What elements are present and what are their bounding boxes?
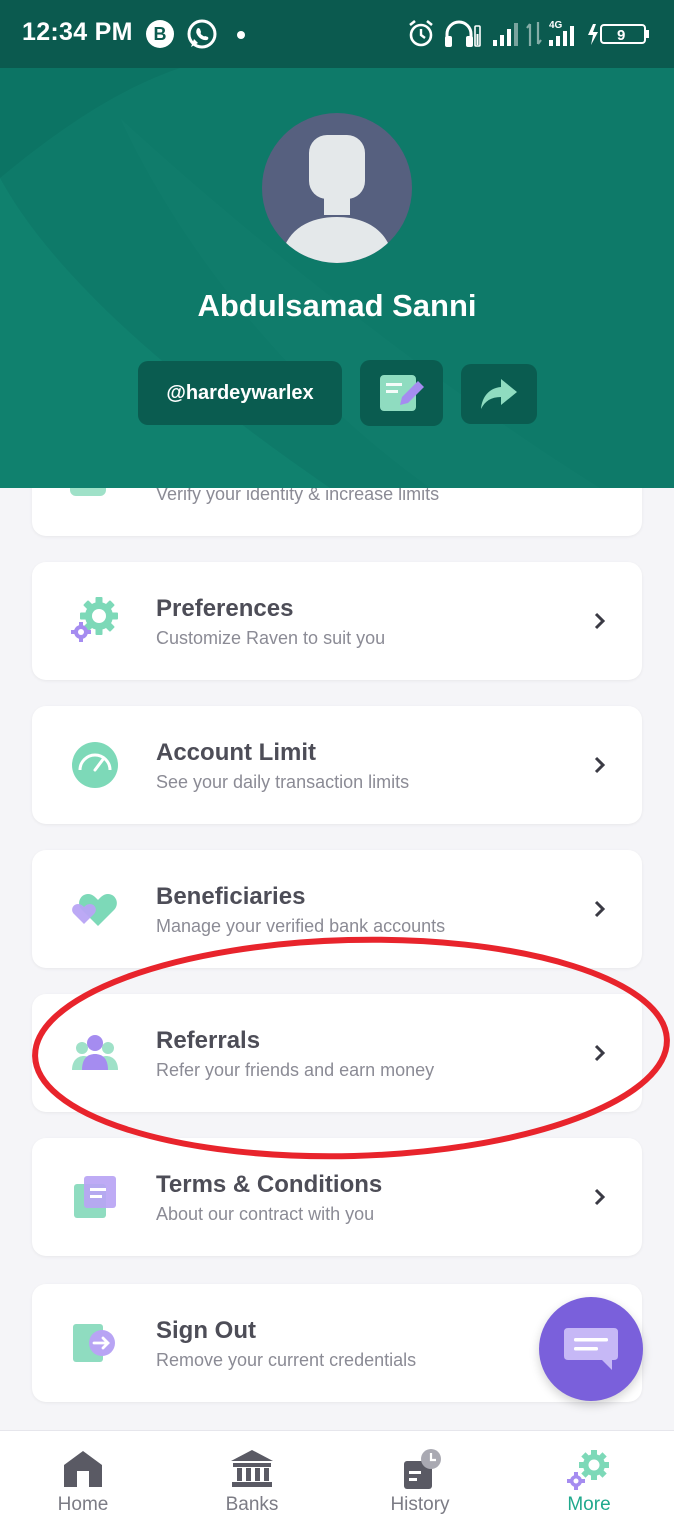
menu-item-subtitle: Manage your verified bank accounts [156, 916, 446, 936]
sign-out-icon [73, 1324, 115, 1362]
username-handle-button[interactable]: @hardeywarlex [138, 361, 342, 425]
menu-item-preferences[interactable]: Preferences Customize Raven to suit you [32, 562, 642, 680]
menu-item-subtitle: Refer your friends and earn money [156, 1060, 435, 1080]
signal-4g-icon: 4G [549, 20, 574, 46]
data-arrows-icon [526, 22, 542, 46]
share-profile-button[interactable] [461, 364, 537, 424]
svg-text:4G: 4G [549, 20, 563, 31]
nav-banks[interactable]: Banks [187, 1431, 317, 1537]
nav-history[interactable]: History [355, 1431, 485, 1537]
menu-item-title: Preferences [156, 595, 294, 622]
hearts-icon [72, 894, 117, 926]
signal-icon-1 [493, 23, 518, 46]
home-icon [64, 1451, 102, 1487]
bank-icon [231, 1450, 273, 1487]
menu-item-title: Account Limit [156, 739, 316, 766]
chevron-right-icon [594, 1188, 606, 1206]
chevron-right-icon [594, 1044, 606, 1062]
gear-icon [71, 597, 118, 642]
avatar[interactable] [262, 113, 412, 263]
profile-name: Abdulsamad Sanni [197, 288, 477, 323]
user-silhouette-icon [280, 135, 394, 263]
chat-support-button[interactable] [539, 1297, 643, 1401]
status-time: 12:34 PM [22, 18, 133, 46]
users-icon [72, 1035, 118, 1070]
b-app-icon: B [146, 20, 174, 48]
share-icon [481, 379, 517, 409]
chat-icon [564, 1328, 618, 1370]
menu-item-beneficiaries[interactable]: Beneficiaries Manage your verified bank … [32, 850, 642, 968]
profile-header: Abdulsamad Sanni @hardeywarlex [0, 68, 674, 488]
whatsapp-icon [186, 18, 218, 55]
menu-item-subtitle: Customize Raven to suit you [156, 628, 386, 648]
chevron-right-icon [594, 900, 606, 918]
document-icon [74, 1176, 116, 1218]
nav-label: More [567, 1494, 611, 1515]
menu-item-terms-conditions[interactable]: Terms & Conditions About our contract wi… [32, 1138, 642, 1256]
menu-item-subtitle: See your daily transaction limits [156, 772, 410, 792]
nav-label: History [390, 1494, 450, 1515]
nav-home[interactable]: Home [18, 1431, 148, 1537]
alarm-icon [409, 19, 433, 47]
menu-item-subtitle: About our contract with you [156, 1204, 375, 1224]
nav-label: Home [57, 1494, 109, 1515]
battery-icon: 9 [588, 24, 649, 45]
edit-icon [379, 375, 424, 411]
menu-item-referrals[interactable]: Referrals Refer your friends and earn mo… [32, 994, 642, 1112]
edit-profile-button[interactable] [360, 360, 443, 426]
chevron-right-icon [594, 756, 606, 774]
nav-more[interactable]: More [524, 1431, 654, 1537]
speedometer-icon [72, 742, 118, 788]
headphones-icon [445, 20, 481, 47]
menu-item-title: Sign Out [156, 1317, 256, 1344]
status-bar: 12:34 PM B 4G 9 [0, 0, 674, 68]
menu-item-title: Referrals [156, 1027, 261, 1054]
menu-item-title: Beneficiaries [156, 883, 306, 910]
chevron-right-icon [594, 612, 606, 630]
svg-text:9: 9 [617, 27, 625, 44]
nav-label: Banks [225, 1494, 279, 1515]
menu-item-title: Terms & Conditions [156, 1171, 383, 1198]
bottom-navigation: Home Banks History More [0, 1430, 674, 1537]
menu-item-account-limit[interactable]: Account Limit See your daily transaction… [32, 706, 642, 824]
notification-dot-icon [237, 31, 245, 39]
menu-item-subtitle: Remove your current credentials [156, 1350, 417, 1370]
status-icons: 4G 9 [407, 18, 652, 50]
gear-icon [567, 1450, 609, 1490]
history-icon [404, 1449, 441, 1489]
